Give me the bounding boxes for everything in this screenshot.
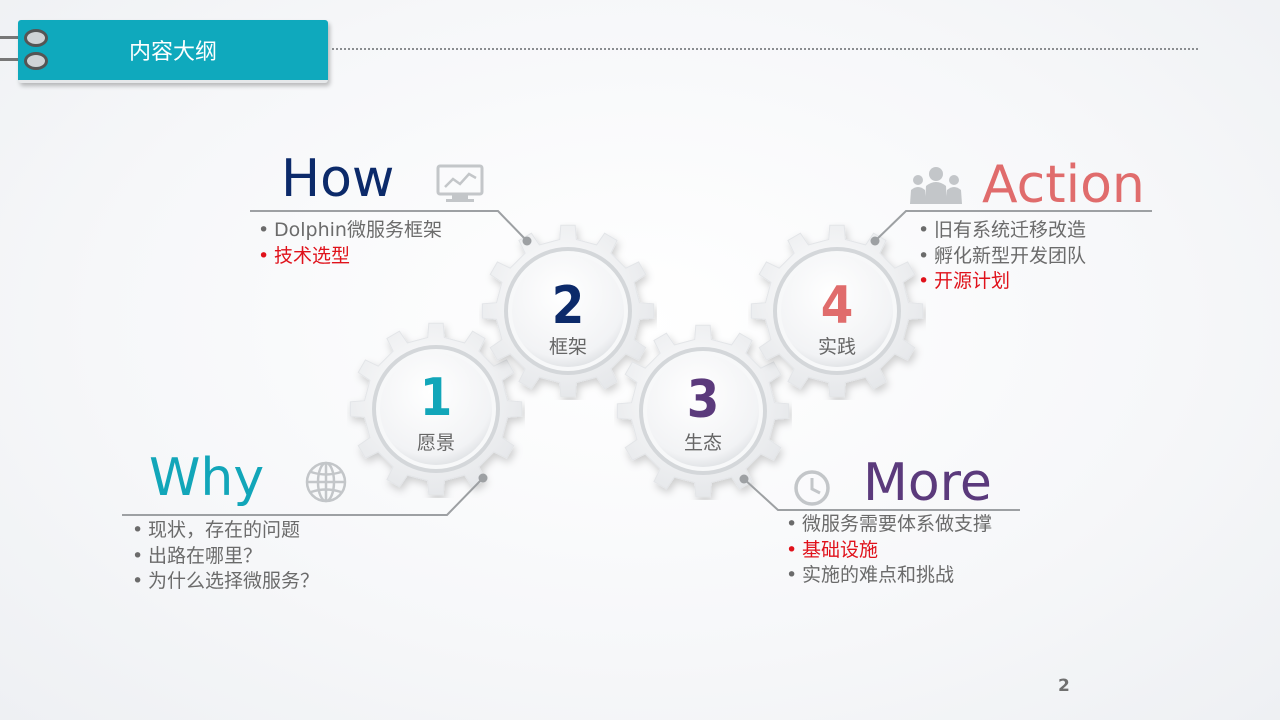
list-item-text: 孵化新型开发团队 xyxy=(934,244,1087,267)
monitor-chart-icon xyxy=(436,164,484,202)
action-list-item: • 开源计划 xyxy=(914,269,1086,295)
list-item-text: 微服务需要体系做支撑 xyxy=(802,513,993,535)
how-list-item: • Dolphin微服务框架 xyxy=(254,218,442,244)
list-item-text: 基础设施 xyxy=(802,538,879,561)
team-icon xyxy=(910,167,962,204)
list-item-text: 为什么选择微服务？ xyxy=(148,570,320,592)
list-item-text: Dolphin微服务框架 xyxy=(274,219,442,241)
clock-icon xyxy=(794,470,830,506)
why-list-item: • 现状，存在的问题 xyxy=(128,518,319,544)
bullet-dot: • xyxy=(786,513,798,535)
why-heading: Why xyxy=(149,448,265,508)
bullet-dot: • xyxy=(786,564,798,586)
bullet-dot: • xyxy=(258,219,270,241)
how-list: • Dolphin微服务框架 • 技术选型 xyxy=(254,218,442,269)
bullet-dot: • xyxy=(132,519,144,541)
more-list-item: • 实施的难点和挑战 xyxy=(782,563,992,589)
bullet-dot: • xyxy=(918,270,930,292)
page-number: 2 xyxy=(1058,676,1070,696)
bullet-dot: • xyxy=(918,244,930,267)
action-list-item: • 孵化新型开发团队 xyxy=(914,244,1086,270)
globe-icon xyxy=(305,461,347,503)
action-heading: Action xyxy=(982,155,1145,215)
more-list-item: • 微服务需要体系做支撑 xyxy=(782,512,992,538)
list-item-text: 旧有系统迁移改造 xyxy=(934,219,1087,241)
list-item-text: 现状，存在的问题 xyxy=(148,519,301,541)
connector-lines xyxy=(122,210,1152,516)
bullet-dot: • xyxy=(786,538,798,561)
action-list: • 旧有系统迁移改造 • 孵化新型开发团队 • 开源计划 xyxy=(914,218,1086,295)
why-list-item: • 为什么选择微服务？ xyxy=(128,569,319,595)
more-heading: More xyxy=(863,453,992,513)
bullet-dot: • xyxy=(132,544,144,567)
list-item-text: 开源计划 xyxy=(934,270,1011,292)
list-item-text: 出路在哪里？ xyxy=(148,544,263,567)
list-item-text: 实施的难点和挑战 xyxy=(802,564,955,586)
more-list: • 微服务需要体系做支撑 • 基础设施 • 实施的难点和挑战 xyxy=(782,512,992,589)
action-list-item: • 旧有系统迁移改造 xyxy=(914,218,1086,244)
list-item-text: 技术选型 xyxy=(274,244,351,267)
bullet-dot: • xyxy=(132,570,144,592)
how-heading: How xyxy=(281,149,395,209)
why-list: • 现状，存在的问题 • 出路在哪里？ • 为什么选择微服务？ xyxy=(128,518,319,595)
more-list-item: • 基础设施 xyxy=(782,538,992,564)
bullet-dot: • xyxy=(258,244,270,267)
how-list-item: • 技术选型 xyxy=(254,244,442,270)
bullet-dot: • xyxy=(918,219,930,241)
why-list-item: • 出路在哪里？ xyxy=(128,544,319,570)
